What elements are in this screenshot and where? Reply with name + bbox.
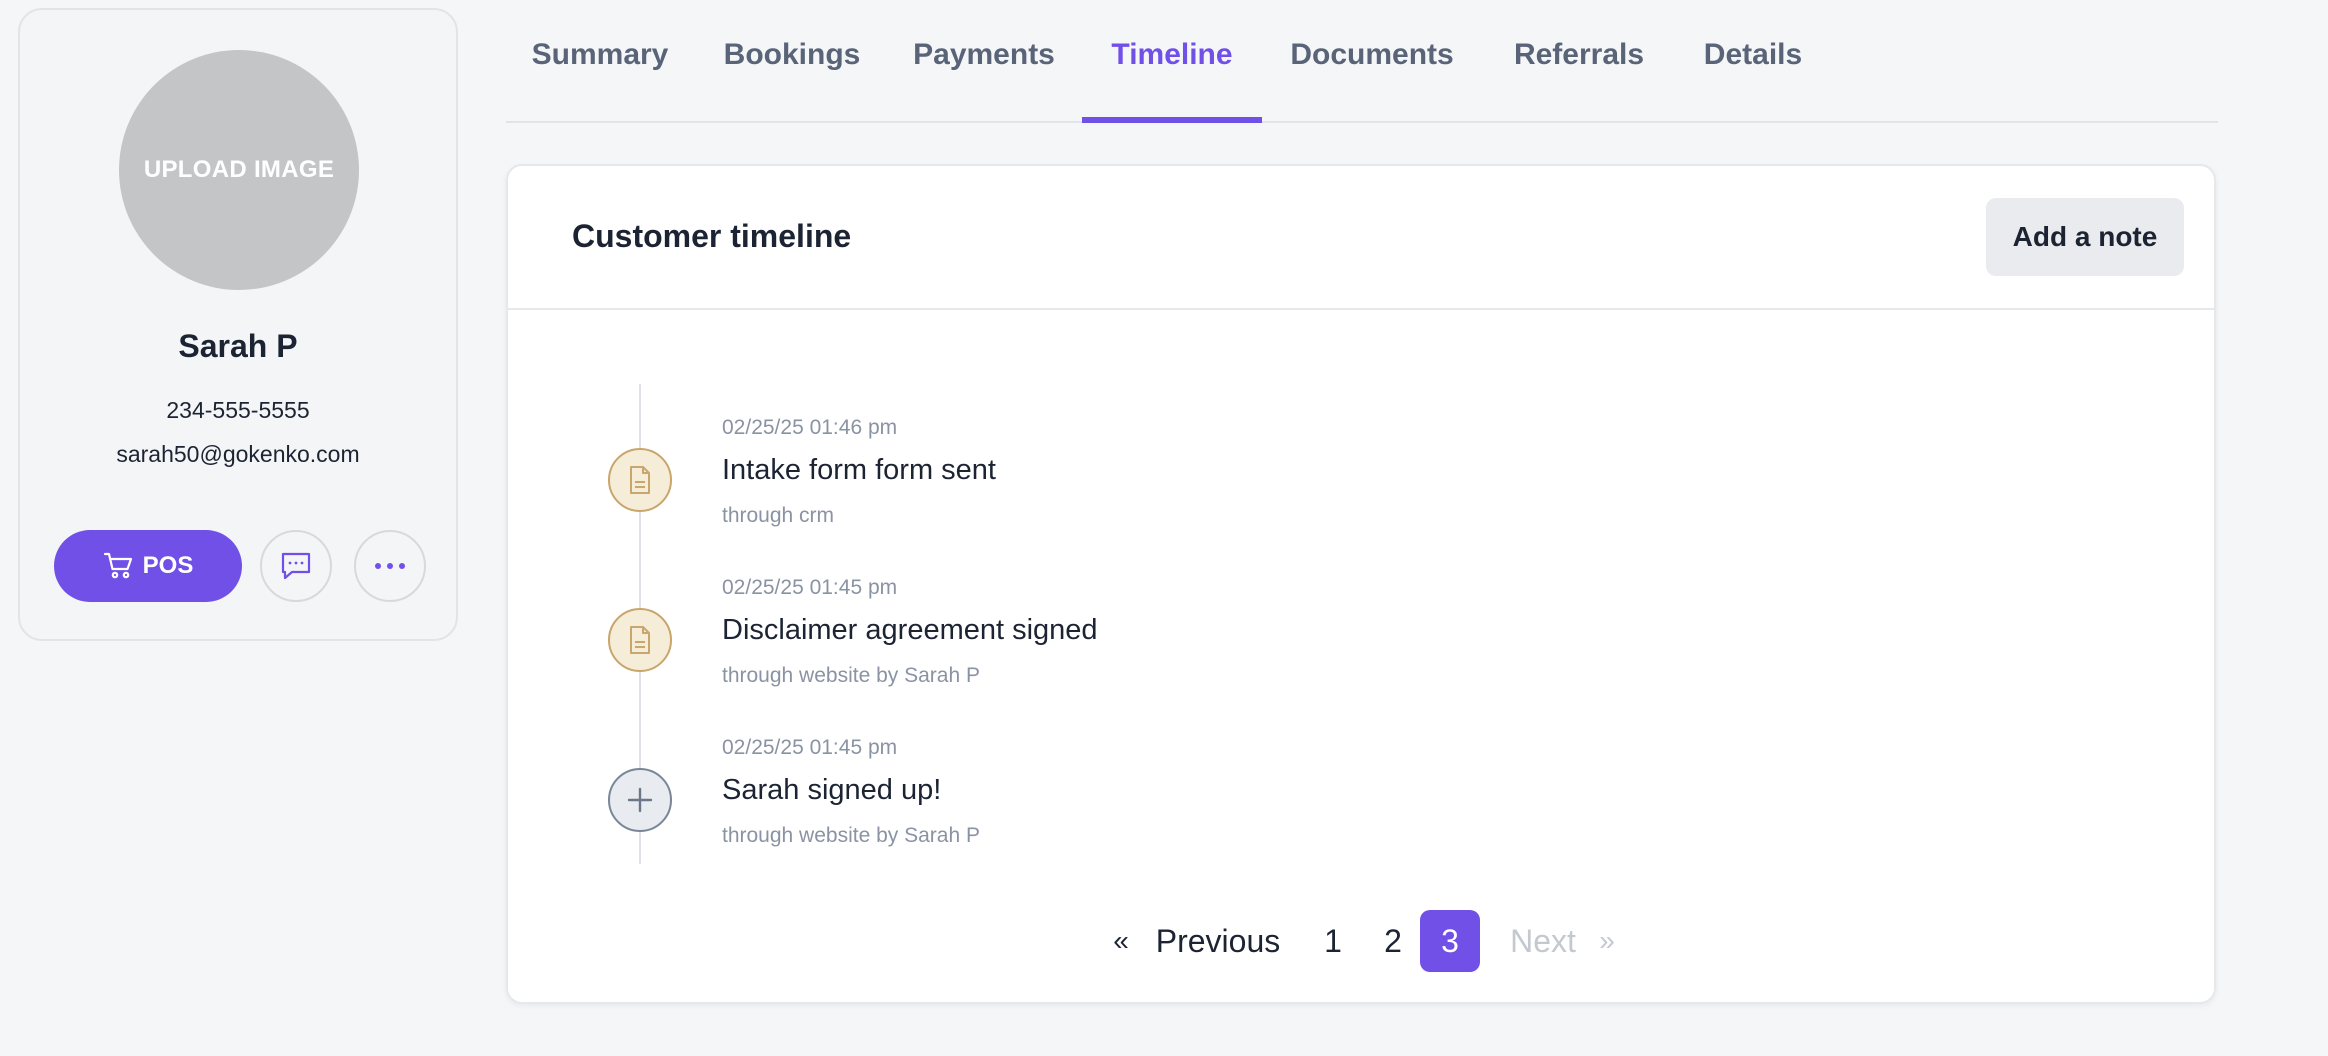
tab-bookings[interactable]: Bookings [724, 0, 861, 121]
first-page-link[interactable]: « [1106, 910, 1136, 972]
more-options-button[interactable] [354, 530, 426, 602]
add-note-button[interactable]: Add a note [1986, 198, 2184, 276]
next-page-button[interactable]: Next [1498, 910, 1588, 972]
previous-page-button[interactable]: Previous [1150, 910, 1286, 972]
event-source: through crm [722, 504, 835, 527]
event-source: through website by Sarah P [722, 664, 980, 687]
document-icon [608, 608, 672, 672]
pos-button[interactable]: POS [54, 530, 242, 602]
tab-referrals[interactable]: Referrals [1510, 0, 1648, 121]
customer-phone: 234-555-5555 [166, 397, 310, 423]
page-3-link[interactable]: 3 [1420, 910, 1480, 972]
document-icon [608, 448, 672, 512]
timeline-title: Customer timeline [572, 218, 852, 254]
customer-email: sarah50@gokenko.com [116, 441, 360, 467]
ellipsis-icon [374, 562, 406, 570]
customer-profile-card: UPLOAD IMAGE Sarah P 234-555-5555 sarah5… [18, 8, 458, 641]
tab-documents[interactable]: Documents [1290, 0, 1453, 121]
tab-summary[interactable]: Summary [532, 0, 669, 121]
plus-icon [608, 768, 672, 832]
event-timestamp: 02/25/25 01:45 pm [722, 576, 898, 599]
last-page-link[interactable]: » [1592, 910, 1622, 972]
event-title: Sarah signed up! [722, 774, 942, 806]
event-source: through website by Sarah P [722, 824, 980, 847]
upload-image-avatar[interactable]: UPLOAD IMAGE [119, 50, 359, 290]
chat-bubble-icon [279, 550, 313, 582]
customer-tabs: Summary Bookings Payments Timeline Docum… [506, 0, 2218, 123]
customer-name: Sarah P [178, 328, 298, 364]
page-1-link[interactable]: 1 [1308, 910, 1358, 972]
event-title: Intake form form sent [722, 454, 996, 486]
customer-timeline-card: Customer timeline Add a note 02/25/25 01… [506, 164, 2216, 1004]
event-timestamp: 02/25/25 01:46 pm [722, 416, 898, 439]
timeline-event: 02/25/25 01:45 pm Disclaimer agreement s… [508, 576, 2214, 736]
timeline-header: Customer timeline Add a note [508, 166, 2214, 310]
timeline-event: 02/25/25 01:46 pm Intake form form sent … [508, 416, 2214, 576]
tab-details[interactable]: Details [1696, 0, 1810, 121]
event-title: Disclaimer agreement signed [722, 614, 1098, 646]
event-timestamp: 02/25/25 01:45 pm [722, 736, 898, 759]
tab-payments[interactable]: Payments [913, 0, 1055, 121]
message-button[interactable] [260, 530, 332, 602]
cart-icon [103, 551, 135, 581]
timeline-event: 02/25/25 01:45 pm Sarah signed up! throu… [508, 736, 2214, 896]
pagination: « Previous 1 2 3 Next » [508, 910, 2214, 972]
tab-timeline[interactable]: Timeline [1082, 0, 1262, 123]
page-2-link[interactable]: 2 [1368, 910, 1418, 972]
pos-label: POS [142, 552, 194, 579]
upload-image-label: UPLOAD IMAGE [143, 156, 335, 183]
